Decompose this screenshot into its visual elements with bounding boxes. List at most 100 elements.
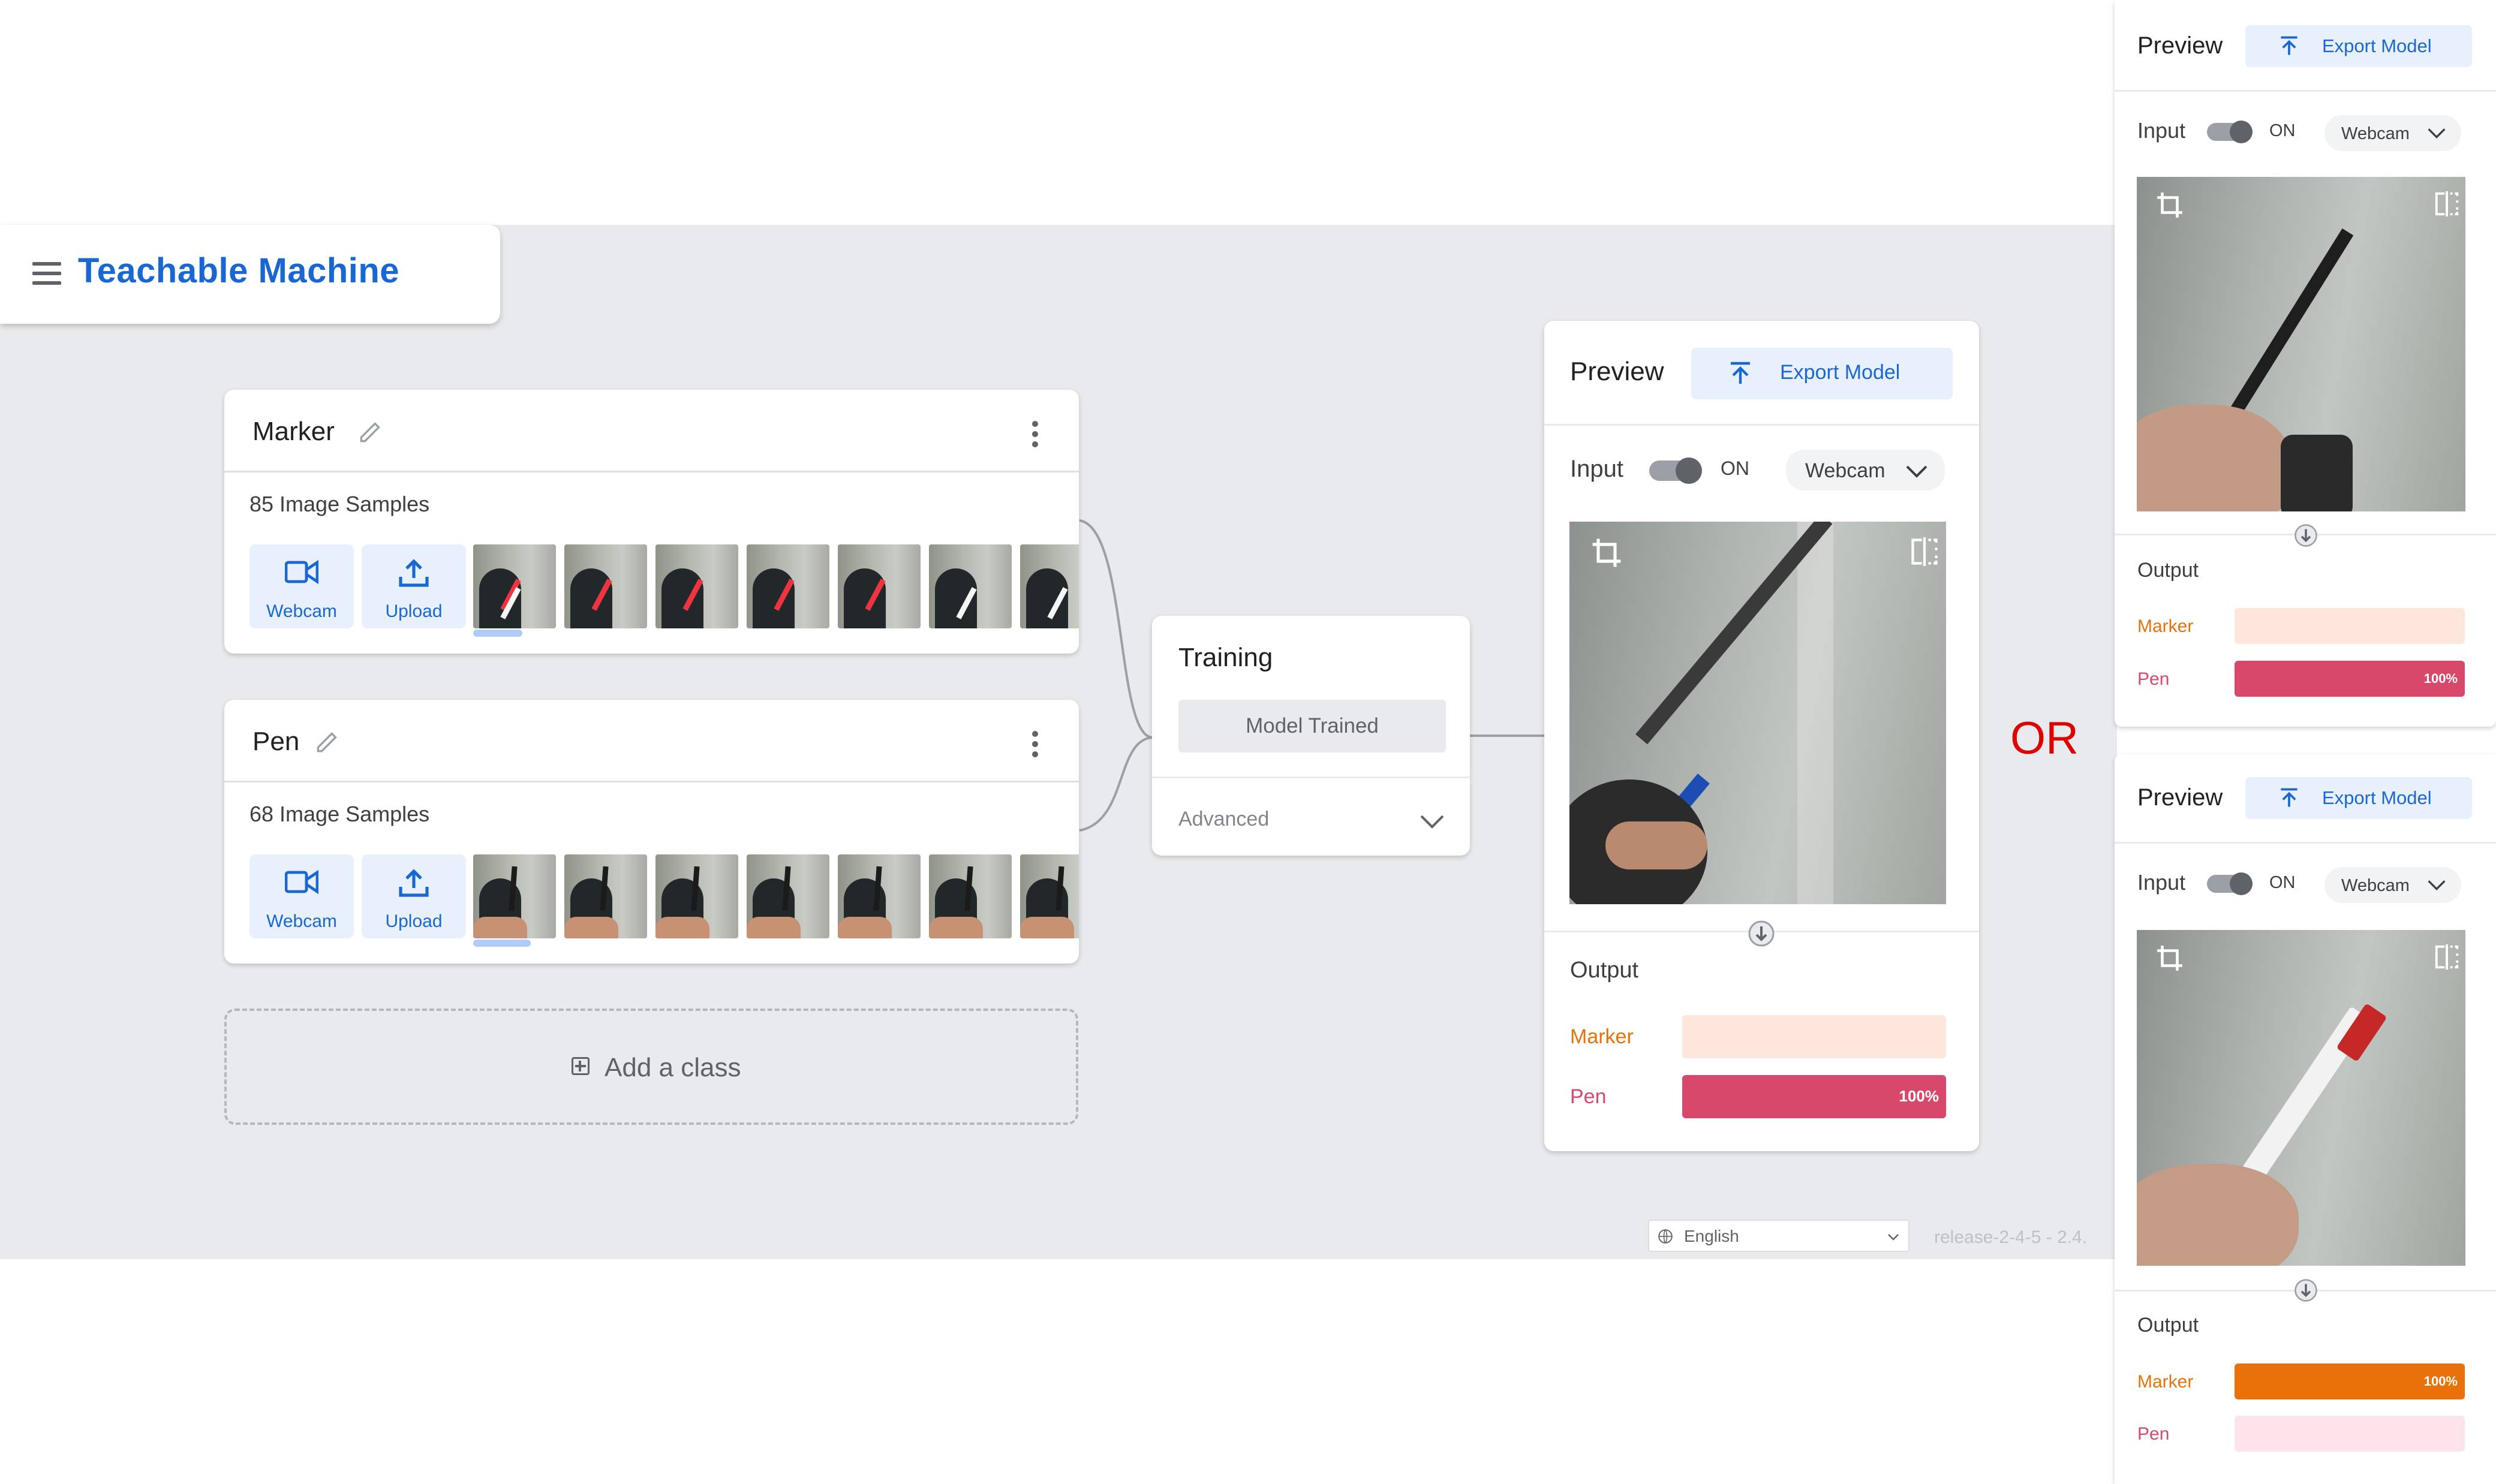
input-source-select[interactable]: Webcam [2324, 867, 2461, 903]
flip-icon[interactable] [2433, 190, 2461, 218]
class-name[interactable]: Pen [252, 727, 299, 757]
preview-panel-top: Preview Export Model Input ON Webcam Out… [2115, 0, 2496, 727]
preview-title: Preview [1570, 357, 1664, 386]
advanced-toggle[interactable]: Advanced [1178, 808, 1269, 831]
output-label: Output [1570, 958, 1639, 983]
chevron-down-icon [1888, 1234, 1899, 1241]
crop-icon[interactable] [1590, 536, 1623, 570]
globe-icon [1658, 1229, 1673, 1244]
sample-thumbnail[interactable] [747, 544, 829, 628]
sample-thumbnail[interactable] [564, 854, 647, 938]
pencil-icon[interactable] [313, 726, 343, 756]
webcam-video [2137, 930, 2465, 1266]
sample-thumbnail[interactable] [747, 854, 829, 938]
preview-panel-bottom: Preview Export Model Input ON Webcam Out… [2115, 754, 2496, 1484]
sample-thumbnail[interactable] [929, 544, 1012, 628]
sample-thumbnail[interactable] [473, 854, 556, 938]
output-label: Output [2137, 559, 2199, 582]
export-model-label: Export Model [2322, 35, 2432, 56]
thumbnail-scroll-indicator[interactable] [473, 940, 531, 947]
export-model-label: Export Model [2322, 787, 2432, 808]
output-class-label: Marker [1570, 1025, 1634, 1048]
pencil-icon[interactable] [356, 416, 386, 446]
sample-thumbnail[interactable] [838, 854, 921, 938]
upload-icon [399, 869, 429, 897]
preview-title: Preview [2137, 784, 2223, 811]
toggle-knob [2230, 121, 2253, 143]
confidence-bar [1682, 1015, 1946, 1058]
sample-thumbnail[interactable] [838, 544, 921, 628]
input-label: Input [1570, 456, 1623, 482]
input-toggle[interactable] [2207, 872, 2253, 895]
toggle-state: ON [2269, 121, 2296, 140]
crop-icon[interactable] [2155, 943, 2185, 973]
training-title: Training [1178, 643, 1273, 672]
crop-icon[interactable] [2155, 190, 2185, 220]
chevron-down-icon [1906, 465, 1927, 478]
export-model-button[interactable]: Export Model [1691, 348, 1953, 399]
sample-thumbnail[interactable] [655, 854, 738, 938]
more-vert-icon[interactable] [1032, 421, 1039, 447]
input-toggle[interactable] [2207, 121, 2253, 143]
divider [2115, 90, 2496, 92]
confidence-value: 100% [2423, 671, 2458, 686]
export-model-label: Export Model [1780, 361, 1900, 384]
input-label: Input [2137, 118, 2186, 143]
video-camera-icon [285, 869, 318, 895]
arrow-down-circle-icon [2294, 1279, 2317, 1302]
input-source-select[interactable]: Webcam [1786, 450, 1945, 490]
sample-thumbnail[interactable] [564, 544, 647, 628]
more-vert-icon[interactable] [1032, 731, 1039, 757]
arrow-down-circle-icon [2294, 524, 2317, 547]
release-version: release-2-4-5 - 2.4. [1934, 1227, 2088, 1247]
output-label: Output [2137, 1314, 2199, 1336]
sample-thumbnail[interactable] [473, 544, 556, 628]
training-panel: Training Model Trained Advanced [1152, 616, 1470, 856]
sample-thumbnails[interactable] [473, 544, 1079, 628]
language-select[interactable]: English [1648, 1220, 1909, 1252]
export-upload-icon [2281, 36, 2297, 55]
train-model-button[interactable]: Model Trained [1178, 700, 1446, 752]
export-model-button[interactable]: Export Model [2245, 25, 2472, 67]
language-value: English [1684, 1227, 1739, 1245]
class-name[interactable]: Marker [252, 417, 335, 447]
input-source-select[interactable]: Webcam [2324, 115, 2461, 151]
sample-thumbnail[interactable] [929, 854, 1012, 938]
input-toggle[interactable] [1649, 457, 1702, 484]
input-source-value: Webcam [2341, 124, 2410, 143]
upload-icon [399, 559, 429, 587]
input-source-value: Webcam [2341, 876, 2410, 895]
sample-thumbnail[interactable] [1020, 544, 1079, 628]
confidence-bar [2235, 1416, 2465, 1452]
flip-icon[interactable] [1909, 536, 1940, 567]
webcam-video [1569, 522, 1946, 904]
thumbnail-scroll-indicator[interactable] [473, 630, 522, 637]
output-class-label: Pen [1570, 1085, 1607, 1108]
flip-icon[interactable] [2433, 943, 2461, 971]
divider [1544, 424, 1979, 426]
webcam-button-label: Webcam [266, 601, 337, 621]
divider [2115, 842, 2496, 844]
sample-thumbnails[interactable] [473, 854, 1079, 938]
chevron-down-icon[interactable] [1419, 814, 1445, 829]
export-model-button[interactable]: Export Model [2245, 777, 2472, 819]
class-card-header: Marker [224, 390, 1079, 472]
webcam-button[interactable]: Webcam [249, 854, 354, 938]
chevron-down-icon [2428, 128, 2446, 139]
add-box-icon [572, 1057, 590, 1075]
toggle-knob [1676, 457, 1702, 484]
confidence-value: 100% [2423, 1374, 2458, 1389]
sample-thumbnail[interactable] [1020, 854, 1079, 938]
class-card-marker: Marker 85 Image Samples Webcam Upload [224, 390, 1079, 654]
webcam-button[interactable]: Webcam [249, 544, 354, 628]
video-camera-icon [285, 559, 318, 585]
upload-button[interactable]: Upload [362, 854, 466, 938]
confidence-bar [2235, 608, 2465, 644]
upload-button[interactable]: Upload [362, 544, 466, 628]
output-class-label: Marker [2137, 616, 2194, 636]
add-class-button[interactable]: Add a class [224, 1009, 1078, 1125]
confidence-bar: 100% [1682, 1075, 1946, 1118]
sample-thumbnail[interactable] [655, 544, 738, 628]
preview-panel: Preview Export Model Input ON Webcam Out… [1544, 321, 1979, 1151]
export-upload-icon [1731, 362, 1750, 384]
